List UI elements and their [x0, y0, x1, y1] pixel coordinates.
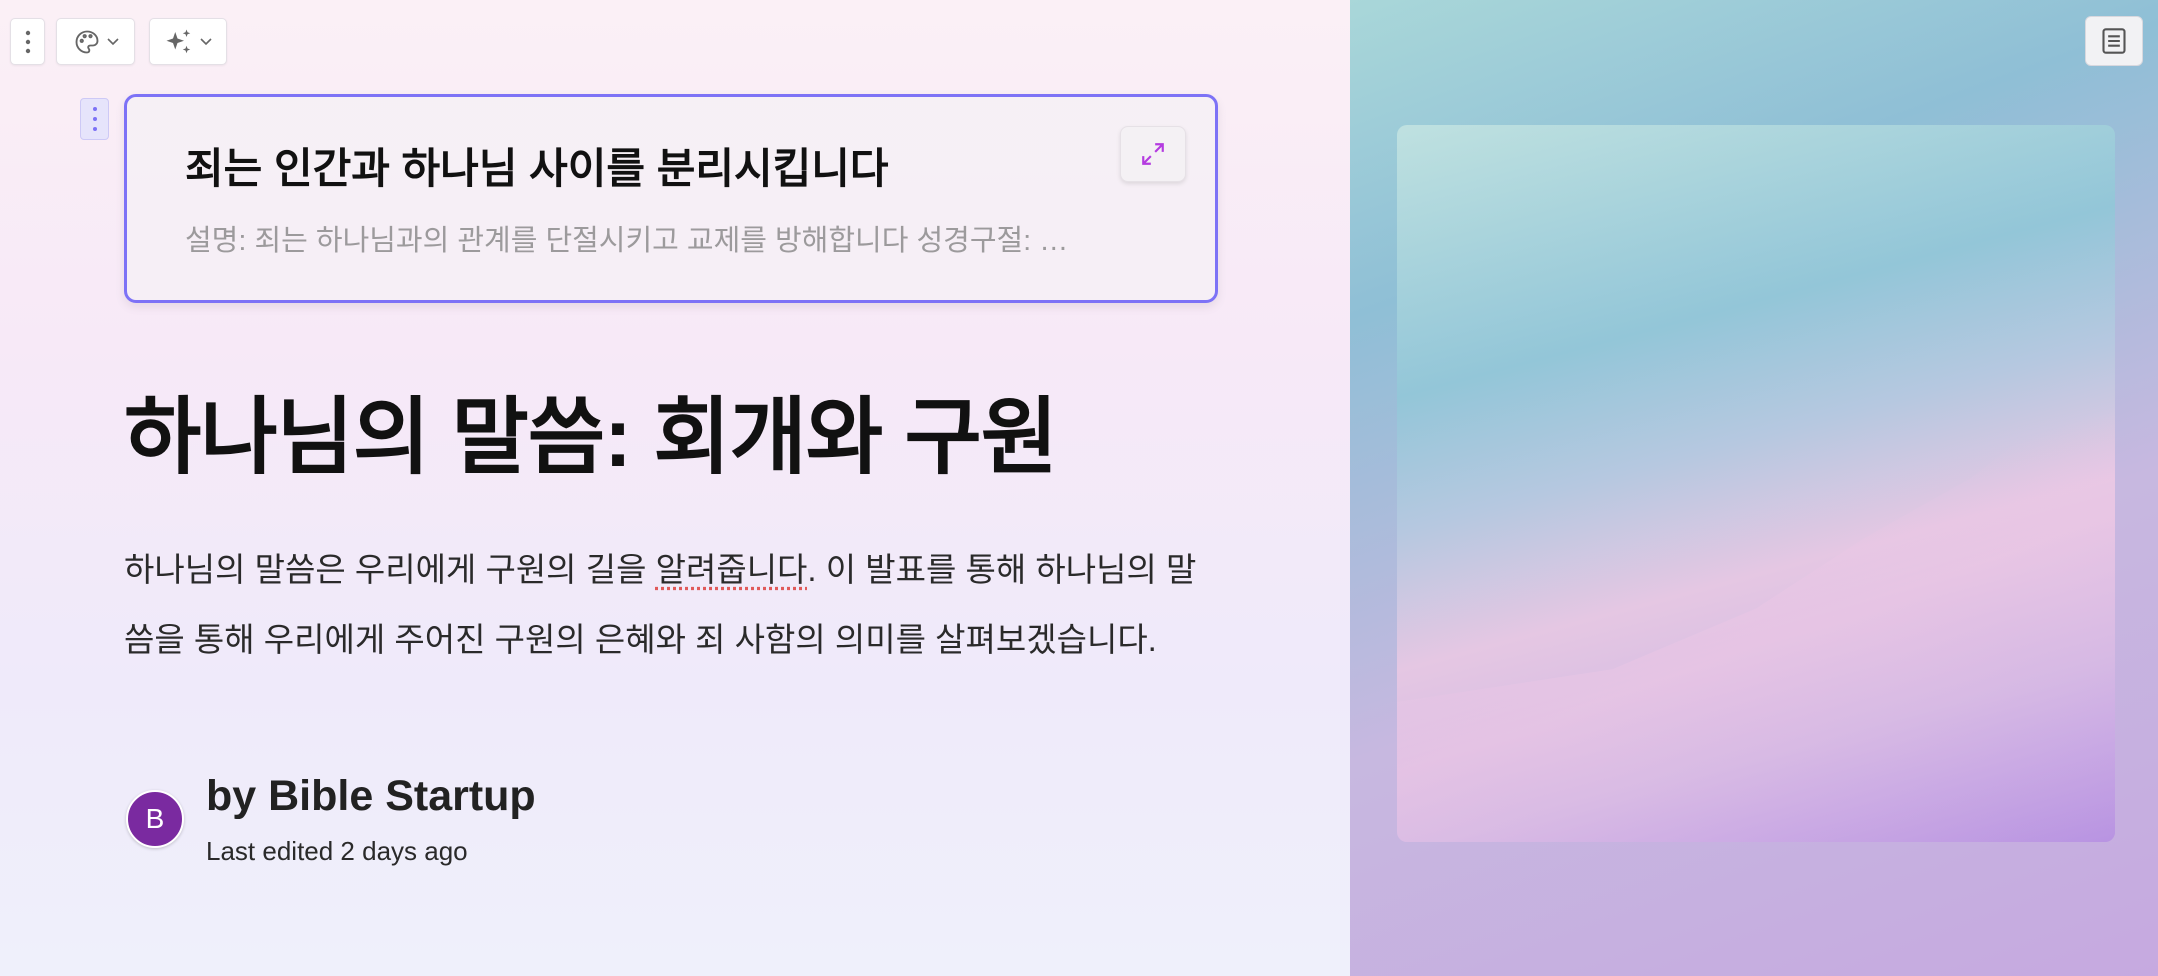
- selected-card[interactable]: 죄는 인간과 하나님 사이를 분리시킵니다 설명: 죄는 하나님과의 관계를 단…: [124, 94, 1218, 303]
- more-options-button[interactable]: [10, 18, 45, 65]
- sky-image[interactable]: [1397, 125, 2115, 842]
- editor-panel: 죄는 인간과 하나님 사이를 분리시킵니다 설명: 죄는 하나님과의 관계를 단…: [0, 0, 1350, 976]
- card-description[interactable]: 설명: 죄는 하나님과의 관계를 단절시키고 교제를 방해합니다 성경구절: …: [185, 217, 1125, 259]
- author-byline: by Bible Startup: [206, 772, 536, 820]
- spellcheck-word[interactable]: 알려줍니다: [656, 551, 808, 588]
- chevron-down-icon: [106, 37, 119, 45]
- sparkles-icon: [166, 29, 191, 53]
- intro-paragraph[interactable]: 하나님의 말씀은 우리에게 구원의 길을 알려줍니다. 이 발표를 통해 하나님…: [124, 535, 1224, 675]
- theme-button[interactable]: [56, 18, 135, 65]
- expand-icon: [1142, 143, 1164, 165]
- avatar: B: [126, 790, 184, 848]
- card-title[interactable]: 죄는 인간과 하나님 사이를 분리시킵니다: [185, 135, 889, 196]
- document-button[interactable]: [2085, 16, 2143, 66]
- last-edited: Last edited 2 days ago: [206, 836, 468, 866]
- vertical-dots-icon: [25, 30, 30, 53]
- image-panel: [1350, 0, 2158, 976]
- page-title[interactable]: 하나님의 말씀: 회개와 구원: [124, 370, 1058, 491]
- card-drag-handle[interactable]: [80, 98, 109, 140]
- expand-button[interactable]: [1120, 126, 1186, 182]
- document-icon: [2102, 28, 2126, 54]
- cloud-layer: [1397, 375, 2115, 842]
- paragraph-text: 하나님의 말씀은 우리에게 구원의 길을: [124, 551, 656, 588]
- vertical-dots-icon: [92, 107, 97, 131]
- chevron-down-icon: [200, 37, 212, 45]
- palette-icon: [75, 30, 98, 53]
- ai-button[interactable]: [149, 18, 227, 65]
